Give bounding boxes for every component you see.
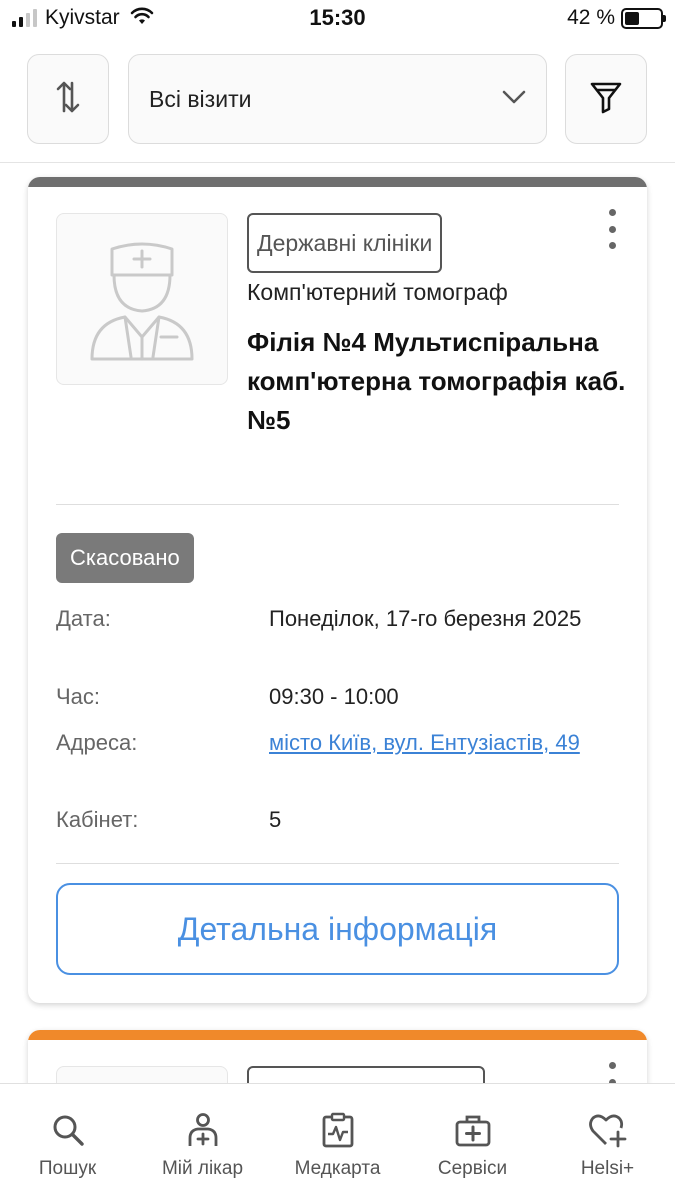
time-label: Час:	[56, 684, 101, 709]
nav-label: Пошук	[38, 1158, 97, 1179]
status-badge: Скасовано	[56, 533, 194, 583]
doctor-placeholder-icon	[90, 242, 194, 360]
clinic-type-tag: Державні клініки	[247, 213, 443, 273]
details-button[interactable]: Детальна інформація	[56, 883, 619, 975]
sort-arrows-icon	[53, 77, 83, 122]
cabinet-row: Кабінет: 5	[56, 803, 619, 837]
chevron-down-icon	[502, 90, 526, 109]
battery-icon	[621, 7, 666, 29]
nav-label: Helsi+	[580, 1158, 635, 1179]
battery-percent: 42 %	[567, 6, 615, 29]
cabinet-value: 5	[269, 807, 282, 832]
date-label: Дата:	[56, 606, 111, 631]
battery-level	[625, 11, 640, 25]
services-case-icon	[453, 1110, 493, 1150]
address-link[interactable]: місто Київ, вул. Ентузіастів, 49	[269, 726, 619, 760]
divider	[56, 863, 619, 864]
nav-item-services[interactable]: Сервіси	[405, 1084, 540, 1200]
service-name: Комп'ютерний томограф	[247, 279, 508, 305]
status-right: 42 %	[567, 6, 666, 30]
bottom-nav: Пошук Мій лікар Медкарта Сервіси Helsi+	[0, 1083, 675, 1200]
search-icon	[48, 1110, 88, 1150]
visit-card: Державні клініки Комп'ютерний томограф Ф…	[28, 177, 647, 1003]
nav-label: Медкарта	[294, 1158, 381, 1179]
visits-filter-select[interactable]: Всі візити	[128, 54, 547, 144]
toolbar: Всі візити	[0, 54, 675, 144]
date-value: Понеділок, 17-го березня 2025	[269, 606, 582, 631]
more-options-icon[interactable]	[604, 209, 620, 249]
date-row: Дата: Понеділок, 17-го березня 2025	[56, 602, 619, 672]
doctor-avatar	[56, 213, 228, 385]
status-bar: Kyivstar 15:30 42 %	[0, 0, 675, 38]
nav-label: Мій лікар	[161, 1158, 244, 1179]
medical-card-icon	[318, 1110, 358, 1150]
nav-item-medcard[interactable]: Медкарта	[270, 1084, 405, 1200]
clinic-name: Філія №4 Мультиспіральна комп'ютерна том…	[247, 327, 626, 435]
funnel-icon	[589, 80, 623, 119]
divider	[56, 504, 619, 505]
cabinet-label: Кабінет:	[56, 807, 139, 832]
toolbar-divider	[0, 162, 675, 163]
doctor-icon	[183, 1110, 223, 1150]
nav-label: Сервіси	[437, 1158, 508, 1179]
visits-filter-value: Всі візити	[149, 85, 252, 112]
nav-item-search[interactable]: Пошук	[0, 1084, 135, 1200]
time-row: Час: 09:30 - 10:00	[56, 680, 619, 714]
card-status-stripe	[28, 177, 647, 187]
card-status-stripe	[28, 1030, 647, 1040]
address-row: Адреса: місто Київ, вул. Ентузіастів, 49	[56, 726, 619, 796]
time-value: 09:30 - 10:00	[269, 684, 399, 709]
sort-button[interactable]	[27, 54, 109, 144]
heart-plus-icon	[588, 1110, 628, 1150]
nav-item-helsi-plus[interactable]: Helsi+	[540, 1084, 675, 1200]
address-label: Адреса:	[56, 730, 138, 755]
filter-button[interactable]	[565, 54, 647, 144]
nav-item-my-doctor[interactable]: Мій лікар	[135, 1084, 270, 1200]
